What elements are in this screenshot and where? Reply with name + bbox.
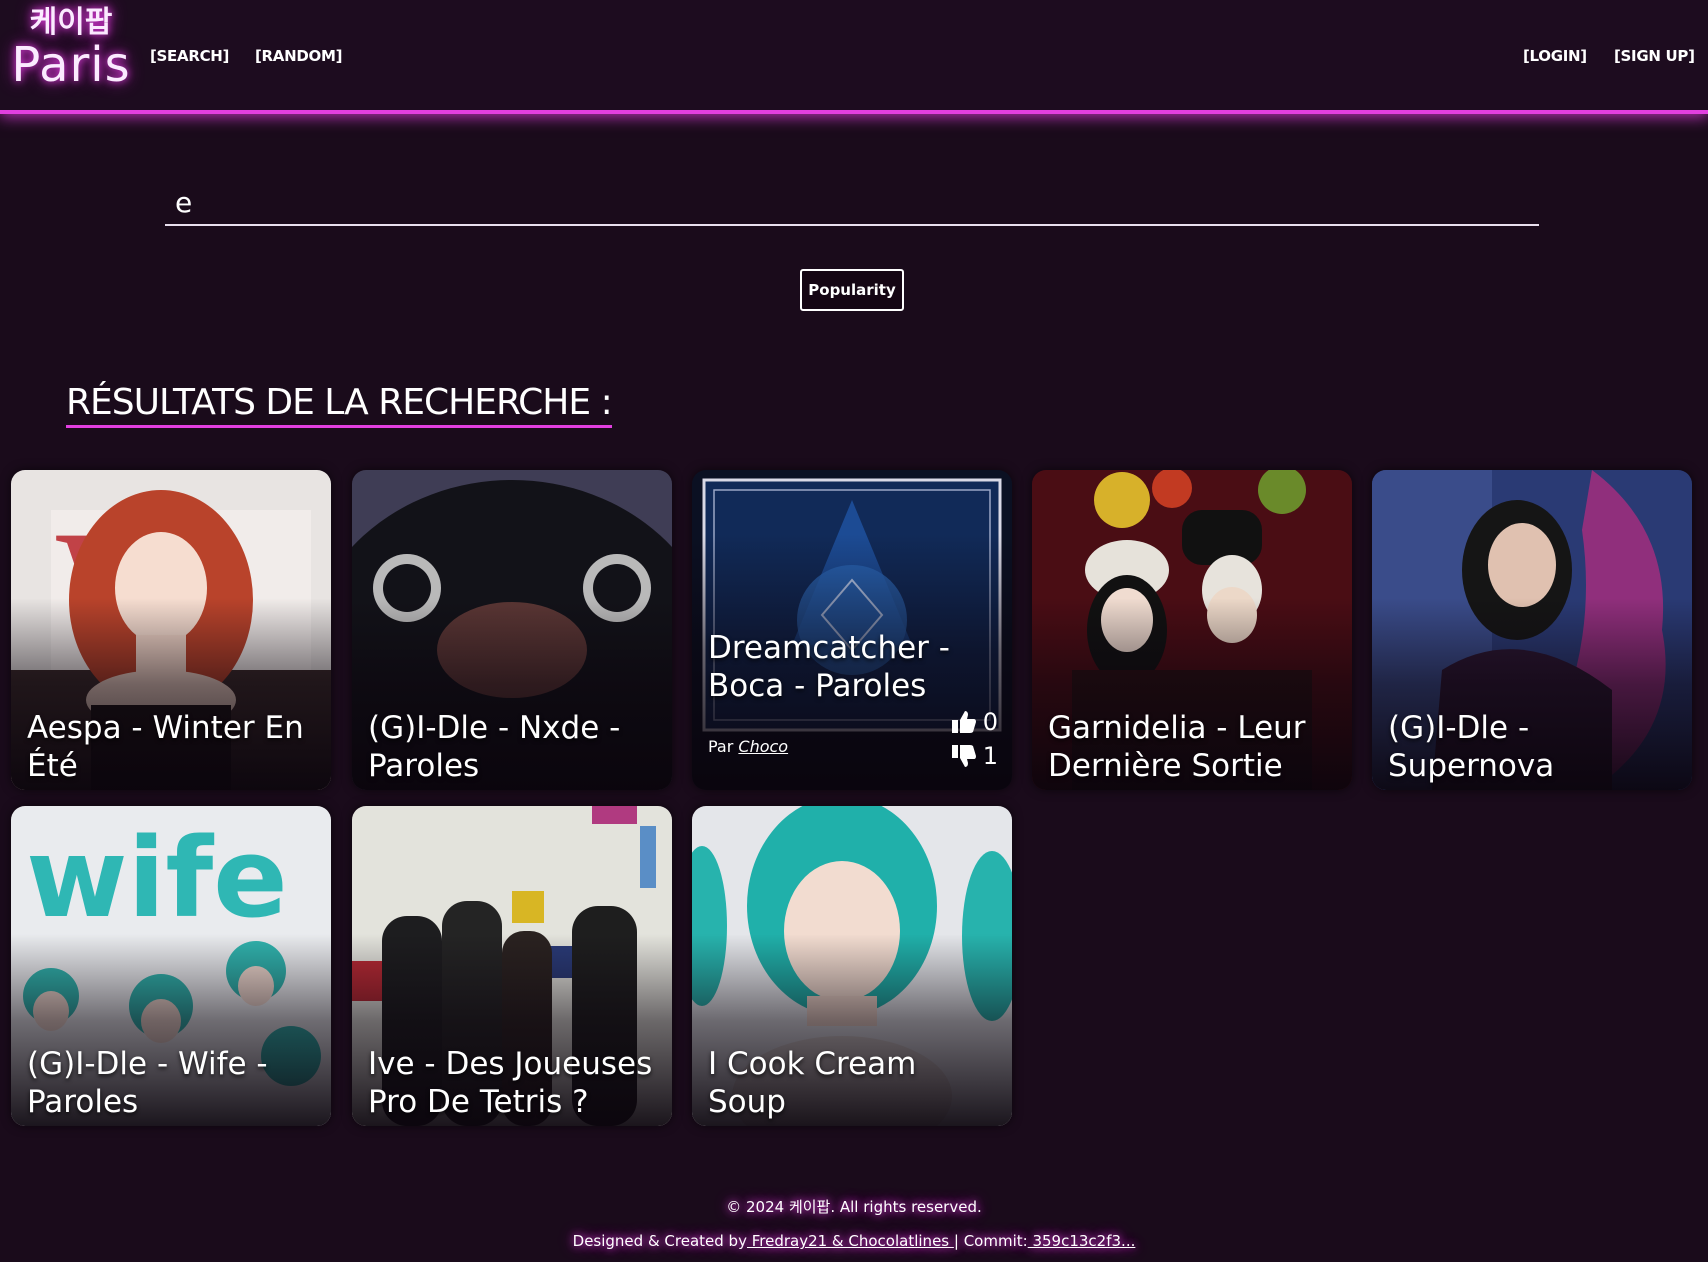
credits-prefix: Designed & Created by [572, 1232, 747, 1250]
result-card[interactable]: W Aespa - Winter En Été [11, 470, 331, 790]
thumbs-down-icon [951, 745, 976, 767]
nav-signup-link[interactable]: [SIGN UP] [1614, 47, 1695, 65]
card-title: Garnidelia - Leur Dernière Sortie [1048, 710, 1306, 784]
result-card-hovered[interactable]: Dreamcatcher - Boca - Paroles Par Choco … [692, 470, 1012, 790]
card-title: Ive - Des Joueuses Pro De Tetris ? [368, 1046, 653, 1120]
result-card[interactable]: (G)I-Dle - Supernova [1372, 470, 1692, 790]
dislike-count: 1 [982, 742, 998, 770]
nav-search-link[interactable]: [SEARCH] [150, 47, 229, 65]
card-title: (G)I-Dle - Supernova [1388, 710, 1555, 784]
commit-link[interactable]: 359c13c2f3... [1028, 1232, 1135, 1250]
logo-city-text: Paris [11, 37, 131, 93]
site-footer: © 2024 케이팝. All rights reserved. Designe… [0, 1190, 1708, 1258]
card-title: I Cook Cream Soup [708, 1046, 917, 1120]
author-prefix: Par [708, 737, 734, 756]
card-title: (G)I-Dle - Nxde - Paroles [368, 710, 621, 784]
logo-korean-text: 케이팝 [29, 5, 113, 40]
nav-random-link[interactable]: [RANDOM] [255, 47, 342, 65]
site-logo[interactable]: 케이팝 Paris [11, 5, 131, 93]
svg-text:wife: wife [26, 814, 288, 942]
result-card[interactable]: Ive - Des Joueuses Pro De Tetris ? [352, 806, 672, 1126]
sort-popularity-button[interactable]: Popularity [800, 269, 904, 311]
footer-copyright: © 2024 케이팝. All rights reserved. [726, 1198, 982, 1216]
like-count: 0 [982, 708, 998, 736]
result-card[interactable]: (G)I-Dle - Nxde - Paroles [352, 470, 672, 790]
credits-authors-link[interactable]: Fredray21 & Chocolatlines [747, 1232, 954, 1250]
site-header: 케이팝 Paris [SEARCH] [RANDOM] [LOGIN] [SIG… [0, 0, 1708, 114]
search-input[interactable] [165, 180, 1539, 226]
result-card[interactable]: I Cook Cream Soup [692, 806, 1012, 1126]
like-button[interactable]: 0 [951, 708, 998, 736]
card-title: Dreamcatcher - Boca - Paroles [708, 630, 950, 704]
author-link[interactable]: Choco [738, 737, 788, 756]
results-heading: RÉSULTATS DE LA RECHERCHE : [66, 383, 613, 428]
commit-prefix: | Commit: [953, 1232, 1028, 1250]
nav-login-link[interactable]: [LOGIN] [1523, 47, 1587, 65]
result-card[interactable]: Garnidelia - Leur Dernière Sortie [1032, 470, 1352, 790]
result-card[interactable]: wife (G)I-Dle - Wife - Paroles [11, 806, 331, 1126]
card-title: (G)I-Dle - Wife - Paroles [27, 1046, 268, 1120]
footer-credits: Designed & Created by Fredray21 & Chocol… [0, 1224, 1708, 1258]
thumbs-up-icon [951, 711, 976, 733]
card-author: Par Choco [708, 737, 788, 756]
card-title: Aespa - Winter En Été [27, 710, 304, 784]
dislike-button[interactable]: 1 [951, 742, 998, 770]
